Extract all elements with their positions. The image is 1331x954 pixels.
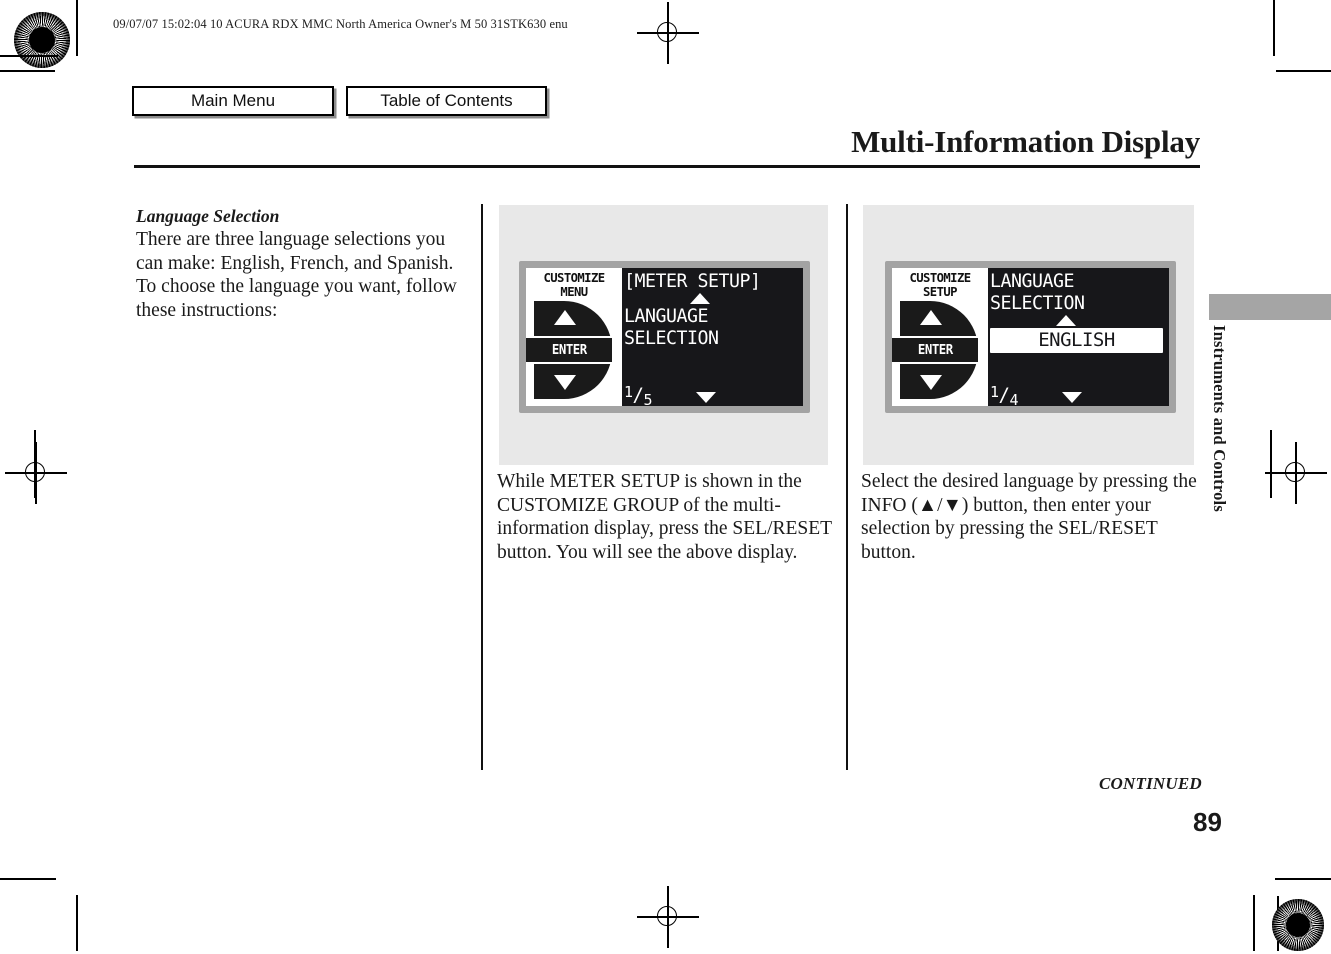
lcd-bezel-meter-setup: CUSTOMIZE MENU ENTER [METER SETUP] LANGU… [519,261,810,413]
lcd-screen-meter-setup: CUSTOMIZE MENU ENTER [METER SETUP] LANGU… [526,268,803,406]
dpad-enter-label: ENTER [551,342,587,358]
lcd-main-area-language-selection: LANGUAGE SELECTION ENGLISH 1/4 [988,268,1169,406]
figure-2-caption: Select the desired language by pressing … [861,471,1197,563]
registration-cross-bottom [637,886,699,948]
lcd-line-language-2: LANGUAGE [990,270,1075,292]
lcd-bezel-language-selection: CUSTOMIZE SETUP ENTER LANGUAGE SELECTION… [885,261,1176,413]
dpad-up-arrow-icon [554,310,576,325]
middle-column: While METER SETUP is shown in the CUSTOM… [497,470,841,564]
lcd-footer-language-selection: 1/4 [990,383,1169,407]
table-of-contents-button[interactable]: Table of Contents [346,86,547,116]
continued-label: CONTINUED [1099,774,1202,793]
lcd-page-indicator-2: 1/4 [990,383,1019,407]
lcd-scroll-up-icon [689,293,710,304]
lcd-scroll-up-row [624,292,803,305]
lcd-side-panel-customize-menu: CUSTOMIZE MENU ENTER [526,268,622,406]
lcd-footer-meter-setup: 1/5 [624,383,803,407]
crop-mark-bottom-right-vertical [1253,895,1256,951]
lcd-page-slash-2: / [998,384,1010,406]
dpad-enter-band-2: ENTER [892,336,978,364]
crop-mark-top-left-outer-vertical [1273,0,1276,56]
crop-mark-top-right-horizontal [1276,70,1331,73]
lcd-page-denominator: 5 [643,391,653,407]
lcd-scroll-down-icon [696,392,717,403]
lcd-side-title-label-2: CUSTOMIZE SETUP [909,270,971,299]
figure-1-caption: While METER SETUP is shown in the CUSTOM… [497,471,832,563]
registration-starburst-top-left [14,12,70,68]
crop-mark-bottom-right-horizontal [1275,878,1331,881]
figure-panel-language-selection: CUSTOMIZE SETUP ENTER LANGUAGE SELECTION… [863,205,1194,465]
lcd-side-title-label: CUSTOMIZE MENU [543,270,605,299]
crop-mark-top-left-inner-horizontal [0,70,55,73]
lcd-page-denominator-2: 4 [1009,391,1019,407]
document-header-text: 09/07/07 15:02:04 10 ACURA RDX MMC North… [113,17,568,31]
lcd-page-indicator: 1/5 [624,383,653,407]
lcd-screen-language-selection: CUSTOMIZE SETUP ENTER LANGUAGE SELECTION… [892,268,1169,406]
left-column: Language Selection There are three langu… [136,206,474,322]
lcd-line-selection: SELECTION [624,327,719,349]
title-rule [134,165,1200,168]
lcd-main-area-meter-setup: [METER SETUP] LANGUAGE SELECTION 1/5 [622,268,803,406]
lcd-page-numerator-2: 1 [990,383,999,401]
dpad-down-arrow-icon [554,375,576,390]
dpad-enter-band: ENTER [526,336,612,364]
page-number: 89 [1193,807,1222,837]
lcd-side-panel-customize-setup: CUSTOMIZE SETUP ENTER [892,268,988,406]
lcd-scroll-up-icon-2 [1055,315,1076,326]
chapter-edge-tab [1209,294,1331,320]
lcd-line-language: LANGUAGE [624,305,709,327]
dpad-up-arrow-icon-2 [920,310,942,325]
lcd-page-slash: / [632,384,644,406]
crop-mark-top-left-horizontal [0,55,58,58]
main-menu-button[interactable]: Main Menu [132,86,334,116]
lcd-header-meter-setup: [METER SETUP] [624,270,761,292]
column-divider-left [481,204,484,770]
registration-starburst-bottom-right [1272,899,1324,951]
registration-cross-top [637,2,699,64]
right-column: Select the desired language by pressing … [861,470,1199,564]
info-dpad-graphic-2: ENTER [892,301,978,399]
language-selection-heading: Language Selection [136,206,280,226]
info-dpad-graphic: ENTER [526,301,612,399]
lcd-selected-language: ENGLISH [990,328,1163,353]
crop-mark-bottom-left-horizontal [0,878,56,881]
lcd-line-selection-2: SELECTION [990,292,1085,314]
lcd-scroll-up-row-2 [990,314,1169,327]
lcd-page-numerator: 1 [624,383,633,401]
page-title: Multi-Information Display [851,124,1200,159]
crop-mark-top-left-vertical [76,0,79,56]
dpad-enter-label-2: ENTER [917,342,953,358]
crop-mark-bottom-left-vertical [76,895,79,951]
registration-cross-right [1265,442,1327,504]
language-selection-body: There are three language selections you … [136,229,457,321]
column-divider-right [846,204,849,770]
figure-panel-meter-setup: CUSTOMIZE MENU ENTER [METER SETUP] LANGU… [499,205,828,465]
lcd-scroll-down-icon-2 [1062,392,1083,403]
chapter-title-vertical: Instruments and Controls [1210,325,1229,512]
dpad-down-arrow-icon-2 [920,375,942,390]
registration-cross-left [5,442,67,504]
